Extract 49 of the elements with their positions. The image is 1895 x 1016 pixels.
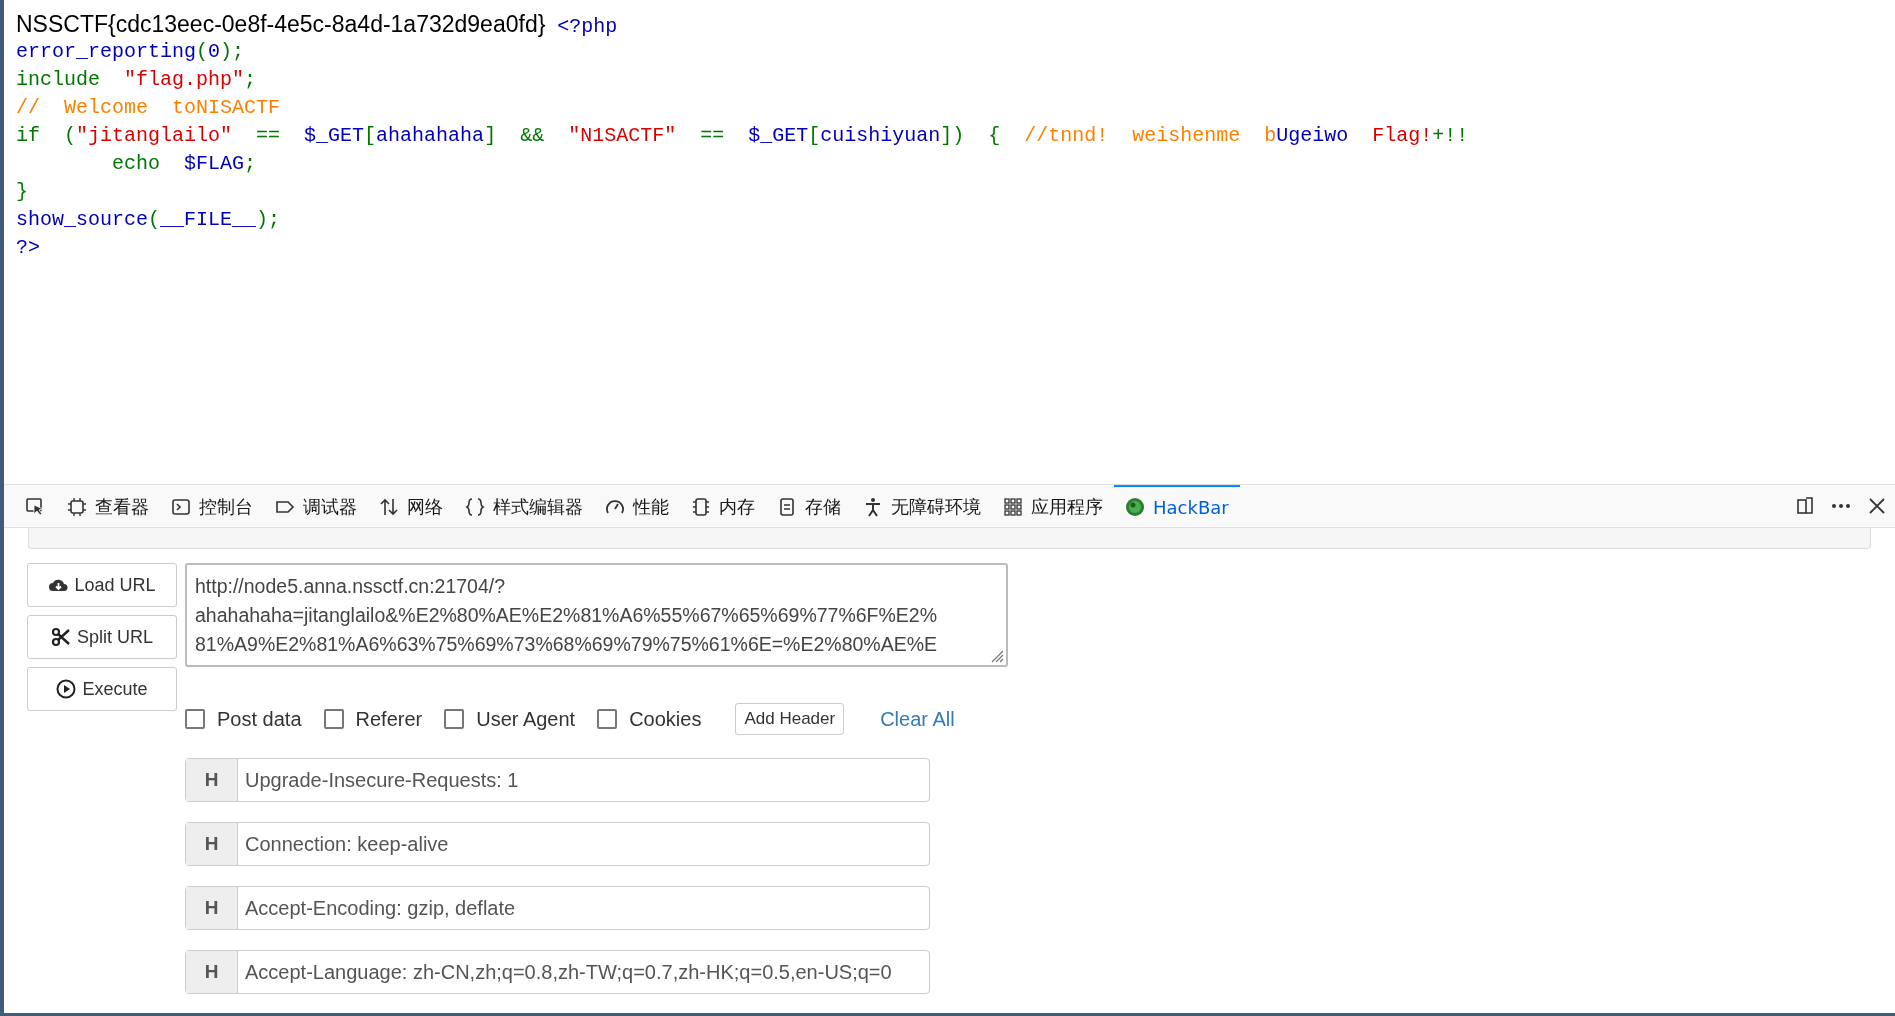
code-line: include "flag.php"; — [16, 67, 258, 93]
checkbox[interactable] — [597, 709, 618, 729]
close-icon — [1867, 496, 1887, 516]
code-line: } — [16, 179, 29, 205]
inspector-icon — [67, 497, 87, 517]
devtools-tab[interactable]: 性能 — [594, 485, 680, 527]
picker-icon — [25, 497, 45, 517]
code-line: error_reporting(0); — [16, 39, 246, 65]
load-url-button[interactable]: Load URL — [27, 563, 177, 607]
arrows-icon — [379, 497, 399, 517]
devtools-tab[interactable]: 存储 — [766, 485, 852, 527]
globe-icon — [1125, 497, 1145, 517]
clear-all-link[interactable]: Clear All — [880, 707, 955, 731]
devtools-tab[interactable]: 内存 — [680, 485, 766, 527]
url-field[interactable]: http://node5.anna.nssctf.cn:21704/? ahahahaha=jitanglailo&%E2%80%AE%E2%81%A6%55%67%65%69%77%6F%E2% 81%A9%E2%81%A6%63%75%69%73%68%69%79%75%61%6E=%E2%80%AE%E — [185, 563, 1008, 667]
devtools-tab[interactable]: 控制台 — [160, 485, 264, 527]
checkbox-label[interactable]: Cookies — [629, 707, 702, 731]
checkbox-label[interactable]: Post data — [217, 707, 302, 731]
code-line: ?> — [16, 235, 41, 261]
code-line: NSSCTF{cdc13eec-0e8f-4e5c-8a4d-1a732d9ea0fd} <?php — [16, 10, 619, 38]
add-header-button[interactable]: Add Header — [735, 703, 845, 735]
devtools-tab[interactable]: 查看器 — [56, 485, 160, 527]
braces-icon — [465, 497, 485, 517]
storage-icon — [777, 497, 797, 517]
code-line: echo $FLAG; — [111, 151, 258, 177]
devtools-tab[interactable]: 样式编辑器 — [454, 485, 594, 527]
checkbox[interactable] — [444, 709, 465, 729]
play-circle-icon — [56, 679, 77, 699]
execute-button[interactable]: Execute — [27, 667, 177, 711]
chip-icon — [691, 497, 711, 517]
devtools-tab[interactable]: 网络 — [368, 485, 454, 527]
devtools-tab[interactable]: 应用程序 — [992, 485, 1114, 527]
code-line: if ("jitanglailo" == $_GET[ahahahaha] && "N1SACTF" == $_GET[cuishiyuan]) { //tnnd! weishenme bUgeiwo Flag!+!! — [16, 123, 1470, 149]
code-line: show_source(__FILE__); — [16, 207, 282, 233]
checkbox[interactable] — [185, 709, 205, 729]
checkbox-label[interactable]: User Agent — [476, 707, 576, 731]
grid-icon — [1003, 497, 1023, 517]
checkbox[interactable] — [323, 709, 344, 729]
devtools-tab[interactable]: 无障碍环境 — [852, 485, 992, 527]
console-icon — [171, 497, 191, 517]
more-icon — [1831, 504, 1851, 508]
dock-side-icon — [1795, 496, 1815, 516]
devtools-tab[interactable]: 调试器 — [264, 485, 368, 527]
resize-grip-icon[interactable] — [990, 649, 1004, 663]
checkbox-label[interactable]: Referer — [355, 707, 423, 731]
code-line: // Welcome toNISACTF — [16, 95, 282, 121]
split-url-button[interactable]: Split URL — [27, 615, 177, 659]
scissors-icon — [51, 627, 71, 647]
person-icon — [863, 497, 883, 517]
